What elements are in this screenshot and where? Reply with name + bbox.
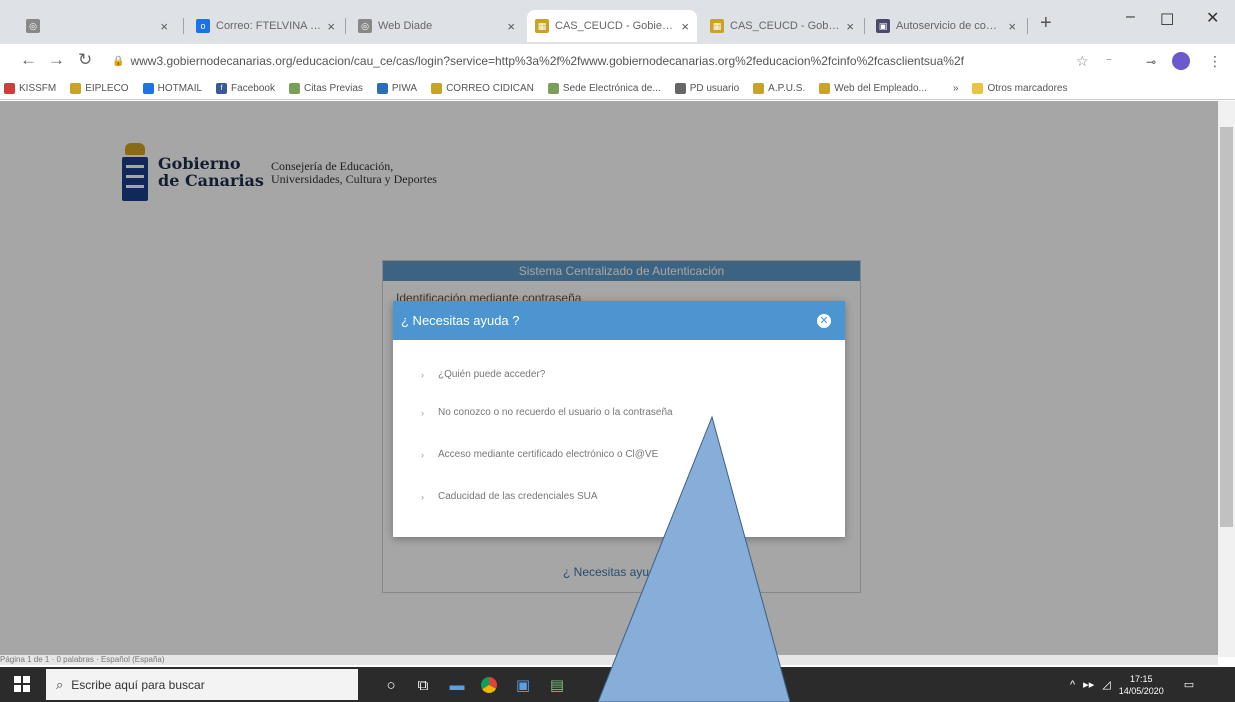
chevron-right-icon: › bbox=[421, 407, 424, 418]
close-tab-icon[interactable]: × bbox=[327, 19, 335, 34]
extension-icon[interactable]: ⁻ bbox=[1106, 55, 1112, 68]
gobierno-icon: ▦ bbox=[710, 19, 724, 33]
system-tray: ^ ▸▸ ◿ 17:15 14/05/2020 ▭ bbox=[1070, 667, 1194, 702]
globe-icon: ◎ bbox=[26, 19, 40, 33]
page-viewport: Gobierno de Canarias Consejería de Educa… bbox=[0, 101, 1218, 657]
search-icon: ⌕ bbox=[56, 676, 64, 692]
tab-3-title: Web Diade bbox=[378, 20, 433, 32]
url-text: www3.gobiernodecanarias.org/educacion/ca… bbox=[130, 54, 964, 68]
gobierno-icon: ▦ bbox=[535, 19, 549, 33]
bookmark-item[interactable]: Sede Electrónica de... bbox=[547, 83, 661, 94]
bookmark-icon bbox=[376, 83, 388, 94]
autoservicio-icon: ▣ bbox=[876, 19, 890, 33]
scrollbar-thumb[interactable] bbox=[1220, 127, 1233, 527]
bookmark-item[interactable]: CORREO CIDICAN bbox=[431, 83, 534, 94]
vertical-scrollbar[interactable] bbox=[1218, 101, 1235, 657]
menu-icon[interactable]: ⋮ bbox=[1208, 53, 1222, 70]
bookmark-icon bbox=[753, 83, 765, 94]
bookmark-icon bbox=[142, 83, 154, 94]
tab-4-active[interactable]: ▦ CAS_CEUCD - Gobierno × bbox=[527, 10, 697, 42]
folder-icon bbox=[972, 83, 984, 94]
back-button[interactable]: ← bbox=[20, 50, 37, 70]
document-icon[interactable]: ▣ bbox=[512, 674, 534, 696]
bookmark-item[interactable]: PD usuario bbox=[674, 83, 739, 94]
key-icon[interactable]: ⊸ bbox=[1146, 55, 1156, 69]
globe-icon bbox=[547, 83, 559, 94]
bookmark-item[interactable]: HOTMAIL bbox=[142, 83, 202, 94]
taskbar-search-placeholder: Escribe aquí para buscar bbox=[71, 677, 205, 692]
close-icon[interactable]: ✕ bbox=[817, 313, 831, 328]
outlook-icon: o bbox=[196, 19, 210, 33]
tab-6[interactable]: ▣ Autoservicio de contra × bbox=[868, 10, 1024, 42]
tab-2[interactable]: o Correo: FTELVINA BECT × bbox=[188, 10, 343, 42]
clock[interactable]: 17:15 14/05/2020 bbox=[1119, 673, 1164, 697]
chevron-right-icon: › bbox=[421, 369, 424, 380]
tab-5-title: CAS_CEUCD - Gobierno bbox=[730, 20, 841, 32]
reload-button[interactable]: ↻ bbox=[78, 50, 92, 70]
windows-start-button[interactable] bbox=[14, 676, 30, 692]
help-dialog: ¿ Necesitas ayuda ? ✕ › ¿Quién puede acc… bbox=[393, 301, 845, 537]
star-icon[interactable]: ☆ bbox=[1076, 53, 1089, 70]
close-tab-icon[interactable]: × bbox=[1008, 19, 1016, 34]
tab-5[interactable]: ▦ CAS_CEUCD - Gobierno × bbox=[702, 10, 862, 42]
bookmark-item[interactable]: Citas Previas bbox=[288, 83, 363, 94]
bookmark-item[interactable]: Web del Empleado... bbox=[819, 83, 927, 94]
chevron-right-icon: › bbox=[421, 491, 424, 502]
new-tab-button[interactable]: + bbox=[1040, 12, 1052, 35]
help-option-forgot-credentials[interactable]: › No conozco o no recuerdo el usuario o … bbox=[421, 407, 673, 418]
file-explorer-icon[interactable]: ▬ bbox=[446, 674, 468, 696]
profile-avatar[interactable] bbox=[1172, 52, 1190, 70]
bookmarks-bar: KISSFM EIPLECO HOTMAIL f Facebook Citas P… bbox=[0, 78, 1235, 100]
tab-6-title: Autoservicio de contra bbox=[896, 20, 1003, 32]
bookmark-icon bbox=[819, 83, 831, 94]
tab-1[interactable]: ◎ × bbox=[18, 10, 176, 42]
close-tab-icon[interactable]: × bbox=[160, 19, 168, 34]
document-icon[interactable]: ▤ bbox=[546, 674, 568, 696]
windows-taskbar: ⌕ Escribe aquí para buscar ○ ⧉ ▬ ▣ ▤ ^ ▸… bbox=[0, 667, 1235, 702]
url-bar[interactable]: 🔒 www3.gobiernodecanarias.org/educacion/… bbox=[112, 49, 1112, 73]
cortana-icon[interactable]: ○ bbox=[380, 674, 402, 696]
bookmark-icon bbox=[431, 83, 443, 94]
close-window-button[interactable]: ✕ bbox=[1206, 8, 1219, 28]
more-bookmarks-button[interactable]: » bbox=[953, 83, 959, 94]
globe-icon bbox=[288, 83, 300, 94]
dialog-header: ¿ Necesitas ayuda ? ✕ bbox=[393, 301, 845, 340]
other-bookmarks-folder[interactable]: Otros marcadores bbox=[972, 83, 1067, 94]
bookmark-item[interactable]: PIWA bbox=[376, 83, 417, 94]
volume-icon[interactable]: ◿ bbox=[1102, 678, 1110, 691]
help-option-who-can-access[interactable]: › ¿Quién puede acceder? bbox=[421, 369, 545, 380]
chrome-icon[interactable] bbox=[478, 674, 500, 696]
taskbar-search[interactable]: ⌕ Escribe aquí para buscar bbox=[46, 669, 358, 700]
bookmark-item[interactable]: f Facebook bbox=[216, 83, 275, 94]
chevron-right-icon: › bbox=[421, 449, 424, 460]
close-tab-icon[interactable]: × bbox=[846, 19, 854, 34]
bookmark-item[interactable]: EIPLECO bbox=[70, 83, 129, 94]
bookmark-icon bbox=[4, 83, 15, 94]
status-strip: Página 1 de 1 · 0 palabras · Español (Es… bbox=[0, 655, 1218, 665]
forward-button[interactable]: → bbox=[48, 50, 65, 70]
close-tab-icon[interactable]: × bbox=[507, 19, 515, 34]
tab-strip: ◎ × o Correo: FTELVINA BECT × ◎ Web Diad… bbox=[0, 0, 1235, 44]
bookmark-icon bbox=[70, 83, 82, 94]
tab-3[interactable]: ◎ Web Diade × bbox=[350, 10, 523, 42]
close-tab-icon[interactable]: × bbox=[681, 19, 689, 34]
task-view-icon[interactable]: ⧉ bbox=[412, 674, 434, 696]
facebook-icon: f bbox=[216, 83, 228, 94]
dialog-title: ¿ Necesitas ayuda ? bbox=[401, 313, 520, 328]
maximize-button[interactable]: ☐ bbox=[1160, 10, 1174, 30]
bookmark-item[interactable]: A.P.U.S. bbox=[753, 83, 805, 94]
tab-2-title: Correo: FTELVINA BECT bbox=[216, 20, 321, 32]
tab-4-title: CAS_CEUCD - Gobierno bbox=[555, 20, 676, 32]
notifications-icon[interactable]: ▭ bbox=[1184, 678, 1194, 691]
lock-icon: 🔒 bbox=[112, 55, 125, 67]
help-option-expiry[interactable]: › Caducidad de las credenciales SUA bbox=[421, 491, 598, 502]
globe-icon bbox=[674, 83, 686, 94]
network-icon[interactable]: ▸▸ bbox=[1083, 678, 1094, 691]
bookmark-item[interactable]: KISSFM bbox=[4, 83, 56, 94]
chevron-up-icon[interactable]: ^ bbox=[1070, 679, 1075, 691]
help-option-certificate[interactable]: › Acceso mediante certificado electrónic… bbox=[421, 449, 658, 460]
minimize-button[interactable]: – bbox=[1126, 8, 1135, 26]
globe-icon: ◎ bbox=[358, 19, 372, 33]
